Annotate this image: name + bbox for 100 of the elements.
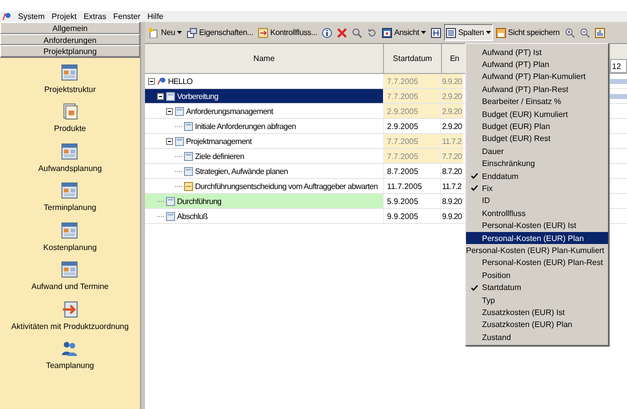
nav-item[interactable]: Terminplanung [44,203,96,212]
menu-item[interactable]: Budget (EUR) Rest [466,132,608,146]
menu-item[interactable]: Einschränkung [466,158,608,170]
menu-item[interactable]: Aufwand (PT) Plan-Rest [466,83,608,96]
menu-item[interactable]: Enddatum [466,170,608,182]
task-icon [184,122,193,130]
menu-item[interactable]: Personal-Kosten (EUR) Plan-Rest [466,256,608,270]
menu-item[interactable]: Personal-Kosten (EUR) Plan-Kumuliert [466,244,608,257]
new-button[interactable]: Neu [147,24,184,41]
new-document-icon [149,28,159,38]
info-icon [322,28,332,38]
caret-icon [421,31,426,34]
section-button[interactable]: Anforderungen [0,34,140,45]
nav-item[interactable]: Aufwandsplanung [38,164,102,172]
collapse-icon[interactable] [166,138,173,144]
menu-item[interactable]: Aufwand (PT) Plan-Kumuliert [466,70,608,84]
start-date-cell: 8.7.2005 [383,164,440,178]
start-date-cell: 7.7.2005 [383,134,440,148]
menu-item[interactable]: Bearbeiter / Einsatz % [466,96,608,108]
table-icon [61,142,78,160]
start-date-cell: 5.9.2005 [383,194,440,208]
end-date-cell: 8.7.20 [440,164,463,178]
start-date-cell: 2.9.2005 [383,104,440,118]
arrow-table-icon [62,300,78,318]
document-stack-icon [62,103,78,120]
tree-row[interactable]: Durchführungsentscheidung vom Auftraggeber abwarten [145,179,383,193]
column-header[interactable]: Startdatum [384,44,442,73]
tree-row[interactable]: Projektmanagement [145,134,383,148]
nav-item[interactable]: Produkte [54,124,86,133]
tree-row[interactable]: Durchführung [145,194,383,208]
tree-row[interactable]: Initiale Anforderungen abfragen [145,119,383,133]
start-date-cell: 11.7.2005 [383,179,440,193]
end-date-cell: 8.9.20 [440,194,463,208]
view-button[interactable]: Ansicht [380,24,428,41]
nav-item[interactable]: Projektstruktur [44,84,96,94]
flow-button[interactable]: Kontrollfluss... [256,24,320,41]
bar-chart-icon [594,28,605,38]
menu-item[interactable]: Extras [84,12,106,21]
menu-item[interactable]: Personal-Kosten (EUR) Plan [466,232,608,244]
menu-item[interactable]: Budget (EUR) Plan [466,120,608,133]
menu-item[interactable]: Zusatzkosten (EUR) Plan [466,318,608,331]
refresh-icon [367,28,378,38]
menu-item[interactable]: Budget (EUR) Kumuliert [466,108,608,120]
view-icon [382,28,392,38]
decision-icon [184,182,193,190]
task-icon [184,152,193,160]
end-date-cell: 7.7.20 [440,149,463,163]
menu-item[interactable]: Personal-Kosten (EUR) Ist [466,219,608,232]
windows-icon [187,28,198,38]
section-button[interactable]: Allgemein [0,22,140,34]
nav-item[interactable]: Aktivitäten mit Produktzuordnung [11,322,129,330]
task-icon [166,196,175,206]
menu-item[interactable]: ID [466,194,608,208]
menu-item[interactable]: Startdatum [466,281,608,294]
timeline-bar [610,78,627,84]
tree-row[interactable]: HELLO [145,74,383,88]
search-icon [352,28,362,38]
start-date-cell: 7.7.2005 [383,74,440,88]
nav-item[interactable]: Aufwand und Termine [31,282,109,291]
menu-item[interactable]: Kontrollfluss [466,207,608,220]
menu-item[interactable]: Hilfe [147,12,164,21]
save-button[interactable]: Sicht speichern [494,24,562,41]
menu-item[interactable]: Projekt [52,12,77,21]
tree-row[interactable]: Abschluß [145,209,383,223]
menu-item[interactable]: Fenster [113,12,140,21]
collapse-icon[interactable] [157,92,164,100]
end-date-cell: 9.9.20 [440,74,463,88]
nav-item[interactable]: Kostenplanung [43,242,97,252]
properties-button[interactable]: Eigenschaften... [185,24,256,41]
app-logo-icon [2,12,11,21]
task-icon [175,106,184,116]
column-header[interactable]: Name [145,44,384,73]
menu-item[interactable]: Position [466,269,608,282]
nav-item[interactable]: Teamplanung [46,361,94,370]
menu-item[interactable]: Aufwand (PT) Plan [466,58,608,71]
tree-row[interactable]: Ziele definieren [145,149,383,163]
menu-item[interactable]: System [18,12,45,21]
columns-button[interactable]: Spalten [444,24,493,41]
menu-item[interactable]: Typ [466,294,608,306]
start-date-cell: 2.9.2005 [383,119,440,133]
people-icon [61,340,78,357]
collapse-icon[interactable] [148,78,155,84]
table-icon [61,261,78,278]
menu-item[interactable]: Fix [466,182,608,195]
end-date-cell: 11.7.2 [440,134,463,148]
start-date-cell: 7.7.2005 [383,89,440,103]
task-icon [175,136,184,146]
section-button[interactable]: Projektplanung [0,45,140,58]
tree-row[interactable]: Anforderungsmanagement [145,104,383,118]
tree-row[interactable]: Vorbereitung [145,89,383,103]
tree-row[interactable]: Strategien, Aufwände planen [145,164,383,178]
table-icon [61,222,78,238]
menu-item[interactable]: Zusatzkosten (EUR) Ist [466,306,608,319]
menu-item[interactable]: Zustand [466,330,608,344]
flow-chart-icon [258,28,268,38]
menu-item[interactable]: Dauer [466,145,608,158]
task-icon [184,166,193,176]
table-icon [61,64,78,80]
collapse-icon[interactable] [166,108,173,114]
menu-item[interactable]: Aufwand (PT) Ist [466,46,608,58]
